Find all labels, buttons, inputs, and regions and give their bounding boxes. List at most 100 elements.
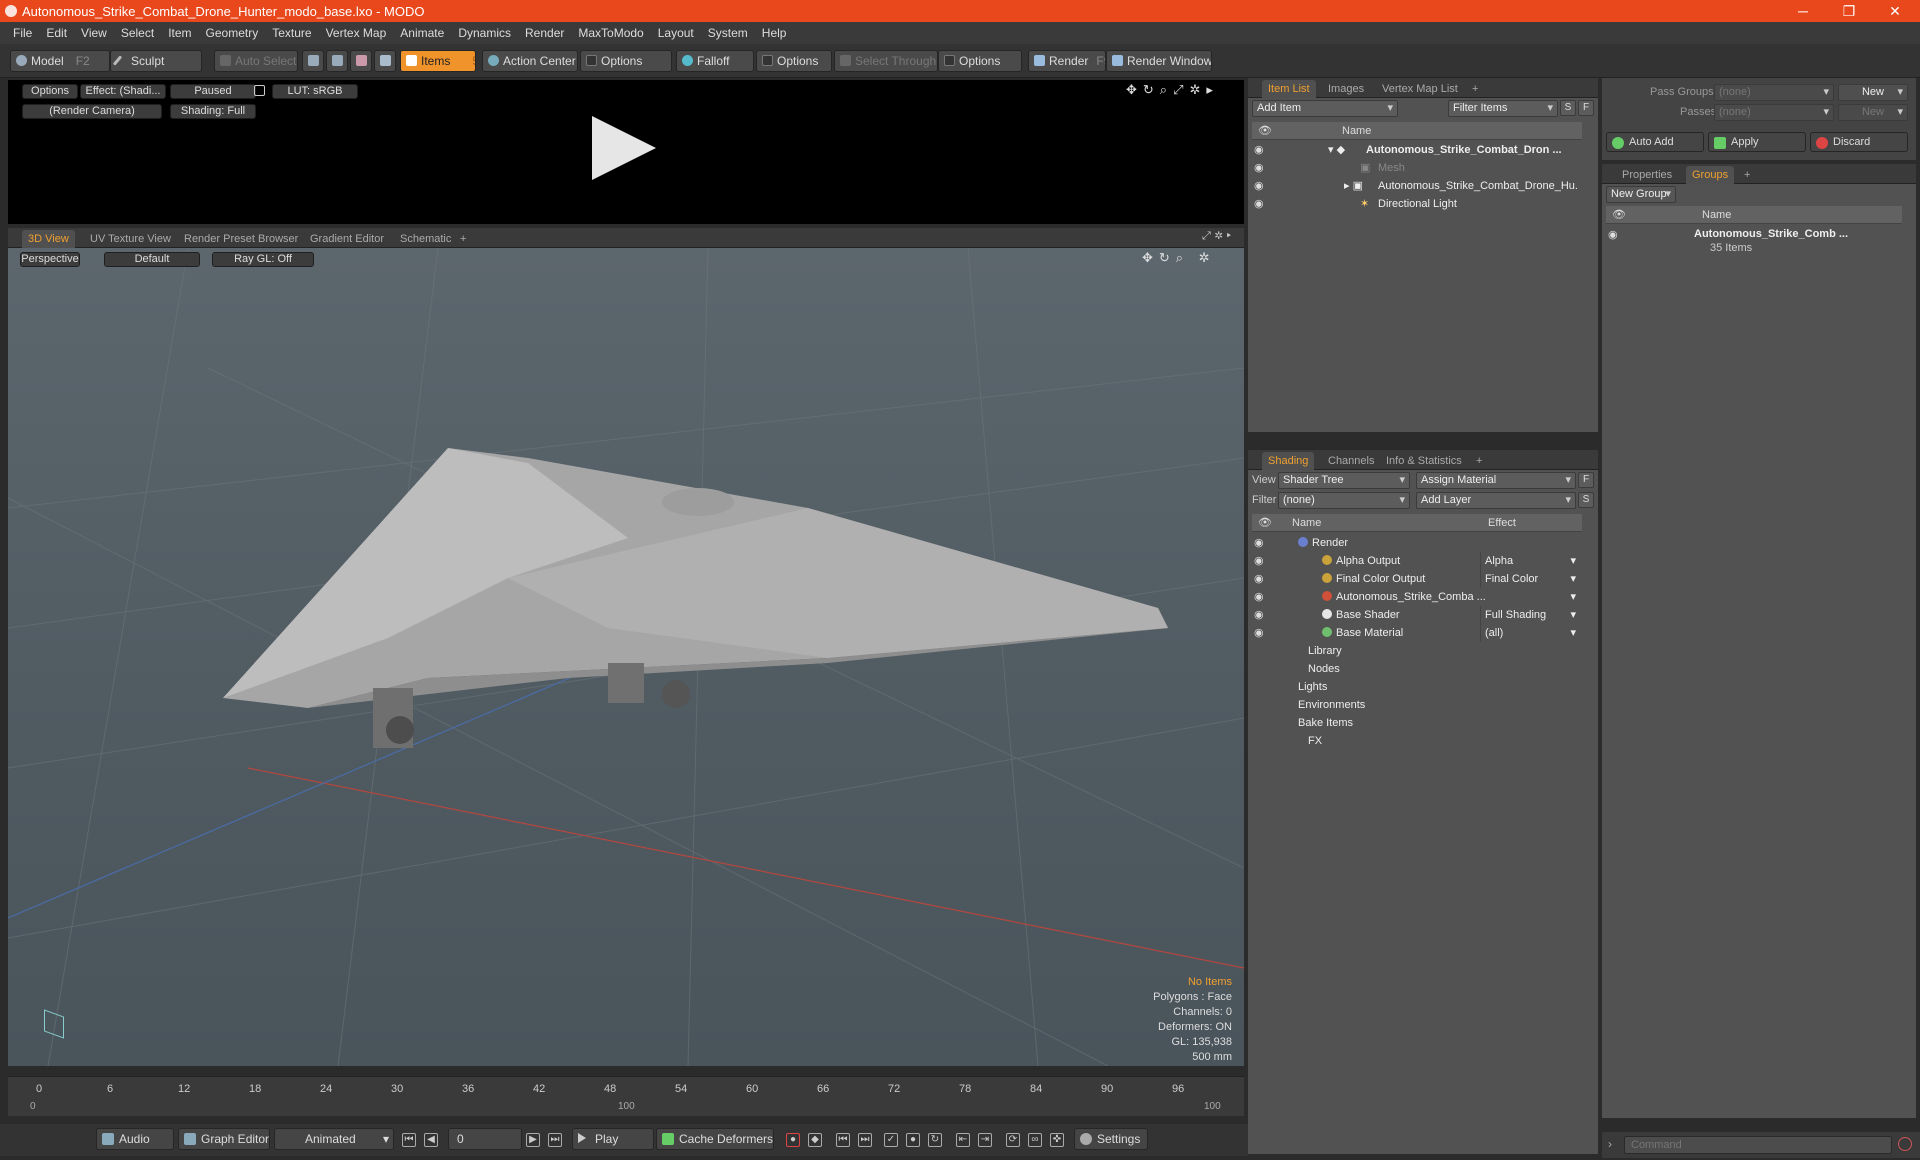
shader-tree-row[interactable]: ◉ Render: [1248, 534, 1578, 552]
chevron-down-icon[interactable]: ▾: [1570, 552, 1576, 570]
select-through-button[interactable]: Select Through: [834, 50, 938, 72]
shader-tree-row[interactable]: FX: [1248, 732, 1578, 750]
command-history-icon[interactable]: [1898, 1137, 1912, 1151]
tab-images[interactable]: Images: [1322, 80, 1370, 98]
tab-shading[interactable]: Shading: [1262, 452, 1315, 470]
tab-item-list[interactable]: Item List: [1262, 80, 1316, 98]
shader-tree-row[interactable]: ◉ Final Color Output Final Color ▾: [1248, 570, 1578, 588]
render-button[interactable]: RenderF9: [1028, 50, 1106, 72]
add-tab-button[interactable]: +: [454, 230, 472, 248]
group-row[interactable]: ◉ Autonomous_Strike_Comb ... 35 Items: [1602, 226, 1902, 258]
visibility-icon[interactable]: ◉: [1254, 624, 1268, 642]
expand-arrow-icon[interactable]: ▸ ▣: [1344, 177, 1363, 195]
menu-maxtomodo[interactable]: MaxToModo: [578, 26, 643, 40]
visibility-icon[interactable]: ◉: [1254, 588, 1268, 606]
step-forward-icon[interactable]: ⇥: [978, 1133, 992, 1147]
tab-vertex-map-list[interactable]: Vertex Map List: [1376, 80, 1464, 98]
shader-tree-row[interactable]: ◉ Alpha Output Alpha ▾: [1248, 552, 1578, 570]
menu-help[interactable]: Help: [762, 26, 787, 40]
item-row[interactable]: ◉ ▾ ◆ Autonomous_Strike_Combat_Dron ...: [1248, 141, 1578, 159]
shader-filter-dropdown[interactable]: (none): [1278, 492, 1410, 509]
tab-uv-texture-view[interactable]: UV Texture View: [84, 230, 177, 248]
chevron-down-icon[interactable]: ▾: [1570, 588, 1576, 606]
sculpt-mode-button[interactable]: Sculpt: [110, 50, 202, 72]
menu-vertex-map[interactable]: Vertex Map: [326, 26, 387, 40]
select-through-options-button[interactable]: Options: [938, 50, 1022, 72]
action-center-button[interactable]: Action Center: [482, 50, 578, 72]
pass-groups-dropdown[interactable]: (none): [1714, 84, 1834, 101]
shader-tree-row[interactable]: ◉ Base Shader Full Shading ▾: [1248, 606, 1578, 624]
snap-icon[interactable]: ✜: [1050, 1133, 1064, 1147]
next-frame-icon[interactable]: ▶: [526, 1133, 540, 1147]
visibility-icon[interactable]: ◉: [1254, 141, 1268, 159]
3d-viewport[interactable]: Perspective Default Ray GL: Off ✥↻⌕ ✲ No…: [8, 248, 1244, 1066]
preview-nav-icons[interactable]: ✥↻⌕⤢✲▸: [1126, 82, 1219, 98]
add-tab-button[interactable]: +: [1470, 452, 1488, 470]
viewport-panel-icons[interactable]: ⤢✲▸: [1202, 230, 1235, 243]
link-icon[interactable]: ∞: [1028, 1133, 1042, 1147]
visibility-icon[interactable]: ◉: [1254, 534, 1268, 552]
shading-f-button[interactable]: F: [1578, 472, 1594, 488]
command-input[interactable]: [1624, 1136, 1892, 1154]
timeline[interactable]: 0 6 12 18 24 30 36 42 48 54 60 66 72 78 84 90 96 0 100 100: [8, 1076, 1244, 1116]
prev-key-icon[interactable]: ⏮: [836, 1133, 850, 1147]
item-row[interactable]: ◉ ✶ Directional Light: [1248, 195, 1578, 213]
assign-material-dropdown[interactable]: Assign Material: [1416, 472, 1576, 489]
menu-view[interactable]: View: [81, 26, 107, 40]
shader-view-dropdown[interactable]: Shader Tree: [1278, 472, 1410, 489]
preview-options-button[interactable]: Options: [22, 84, 78, 99]
shader-tree-row[interactable]: ◉ Autonomous_Strike_Comba ... ▾: [1248, 588, 1578, 606]
falloff-button[interactable]: Falloff: [676, 50, 754, 72]
shading-dropdown[interactable]: Shading: Full: [170, 104, 256, 119]
tab-3d-view[interactable]: 3D View: [22, 230, 75, 248]
previous-frame-icon[interactable]: ◀: [424, 1133, 438, 1147]
menu-geometry[interactable]: Geometry: [206, 26, 259, 40]
ray-gl-dropdown[interactable]: Ray GL: Off: [212, 252, 314, 267]
falloff-options-button[interactable]: Options: [756, 50, 832, 72]
loop-icon[interactable]: ↻: [928, 1133, 942, 1147]
menu-select[interactable]: Select: [121, 26, 154, 40]
visibility-icon[interactable]: ◉: [1254, 606, 1268, 624]
viewport-nav-icons[interactable]: ✥↻⌕ ✲: [1142, 250, 1216, 266]
polygons-mode-button[interactable]: [350, 50, 372, 72]
lock-icon[interactable]: [254, 85, 265, 96]
new-pass-group-button[interactable]: New: [1838, 84, 1908, 101]
discard-button[interactable]: Discard: [1810, 132, 1908, 152]
menu-edit[interactable]: Edit: [46, 26, 67, 40]
shader-tree-row[interactable]: Bake Items: [1248, 714, 1578, 732]
menu-layout[interactable]: Layout: [658, 26, 694, 40]
menu-animate[interactable]: Animate: [400, 26, 444, 40]
tab-properties[interactable]: Properties: [1616, 166, 1678, 184]
tab-channels[interactable]: Channels: [1322, 452, 1380, 470]
animated-dropdown[interactable]: Animated ▾: [274, 1128, 394, 1150]
record-key-icon[interactable]: ●: [786, 1133, 800, 1147]
menu-render[interactable]: Render: [525, 26, 564, 40]
vertices-mode-button[interactable]: [302, 50, 324, 72]
tab-info-statistics[interactable]: Info & Statistics: [1380, 452, 1468, 470]
visibility-icon[interactable]: ◉: [1608, 226, 1622, 244]
paused-button[interactable]: Paused: [170, 84, 256, 99]
menu-item[interactable]: Item: [168, 26, 191, 40]
render-camera-dropdown[interactable]: (Render Camera): [22, 104, 162, 119]
graph-editor-button[interactable]: Graph Editor: [178, 1128, 270, 1150]
settings-button[interactable]: Settings: [1074, 1128, 1148, 1150]
filter-items-input[interactable]: Filter Items: [1448, 100, 1558, 117]
shader-tree-row[interactable]: ◉ Base Material (all) ▾: [1248, 624, 1578, 642]
chevron-down-icon[interactable]: ▾: [1570, 624, 1576, 642]
menu-texture[interactable]: Texture: [272, 26, 311, 40]
lut-dropdown[interactable]: LUT: sRGB: [272, 84, 358, 99]
tab-schematic[interactable]: Schematic: [394, 230, 457, 248]
item-row[interactable]: ◉ ▸ ▣ Autonomous_Strike_Combat_Drone_Hu...: [1248, 177, 1578, 195]
cache-deformers-button[interactable]: Cache Deformers: [656, 1128, 774, 1150]
visibility-icon[interactable]: ◉: [1254, 570, 1268, 588]
effect-dropdown[interactable]: Effect: (Shadi...: [80, 84, 166, 99]
auto-add-button[interactable]: Auto Add: [1606, 132, 1704, 152]
next-key-icon[interactable]: ⏭: [858, 1133, 872, 1147]
minimize-button[interactable]: ─: [1780, 0, 1826, 22]
step-back-icon[interactable]: ⇤: [956, 1133, 970, 1147]
auto-select-button[interactable]: Auto Select: [214, 50, 298, 72]
tab-render-preset-browser[interactable]: Render Preset Browser: [178, 230, 304, 248]
visibility-icon[interactable]: ◉: [1254, 159, 1268, 177]
visibility-icon[interactable]: ◉: [1254, 195, 1268, 213]
shader-tree-row[interactable]: Library: [1248, 642, 1578, 660]
